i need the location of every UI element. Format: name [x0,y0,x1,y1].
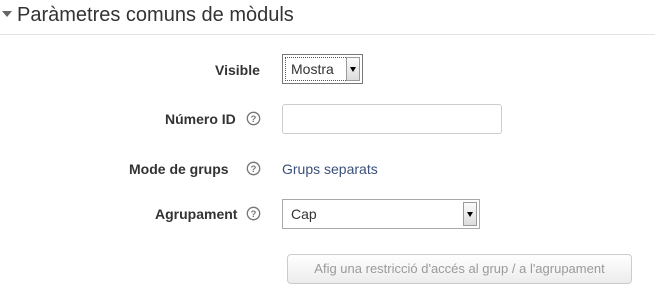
help-icon[interactable]: ? [246,161,261,176]
grouping-label: Agrupament [155,206,238,222]
add-group-restriction-button[interactable]: Afig una restricció d'accés al grup / a … [287,254,632,284]
visible-select-value: Mostra [291,61,334,77]
dropdown-arrow-icon[interactable] [346,57,360,81]
visible-label: Visible [215,62,260,78]
section-title: Paràmetres comuns de mòduls [17,4,294,26]
help-icon[interactable]: ? [246,111,261,126]
svg-text:?: ? [251,114,257,124]
section-header[interactable]: Paràmetres comuns de mòduls [0,0,655,35]
chevron-down-icon[interactable] [2,11,12,17]
svg-text:?: ? [251,164,257,174]
grouping-select-value: Cap [291,206,317,222]
visible-select[interactable]: Mostra [282,54,363,84]
group-mode-value: Grups separats [282,161,378,177]
svg-text:?: ? [251,209,257,219]
id-number-input[interactable] [282,104,502,134]
id-number-label: Número ID [165,111,236,127]
dropdown-arrow-icon[interactable] [463,202,477,226]
group-mode-label: Mode de grups [129,161,229,177]
help-icon[interactable]: ? [246,206,261,221]
grouping-select[interactable]: Cap [282,199,480,229]
